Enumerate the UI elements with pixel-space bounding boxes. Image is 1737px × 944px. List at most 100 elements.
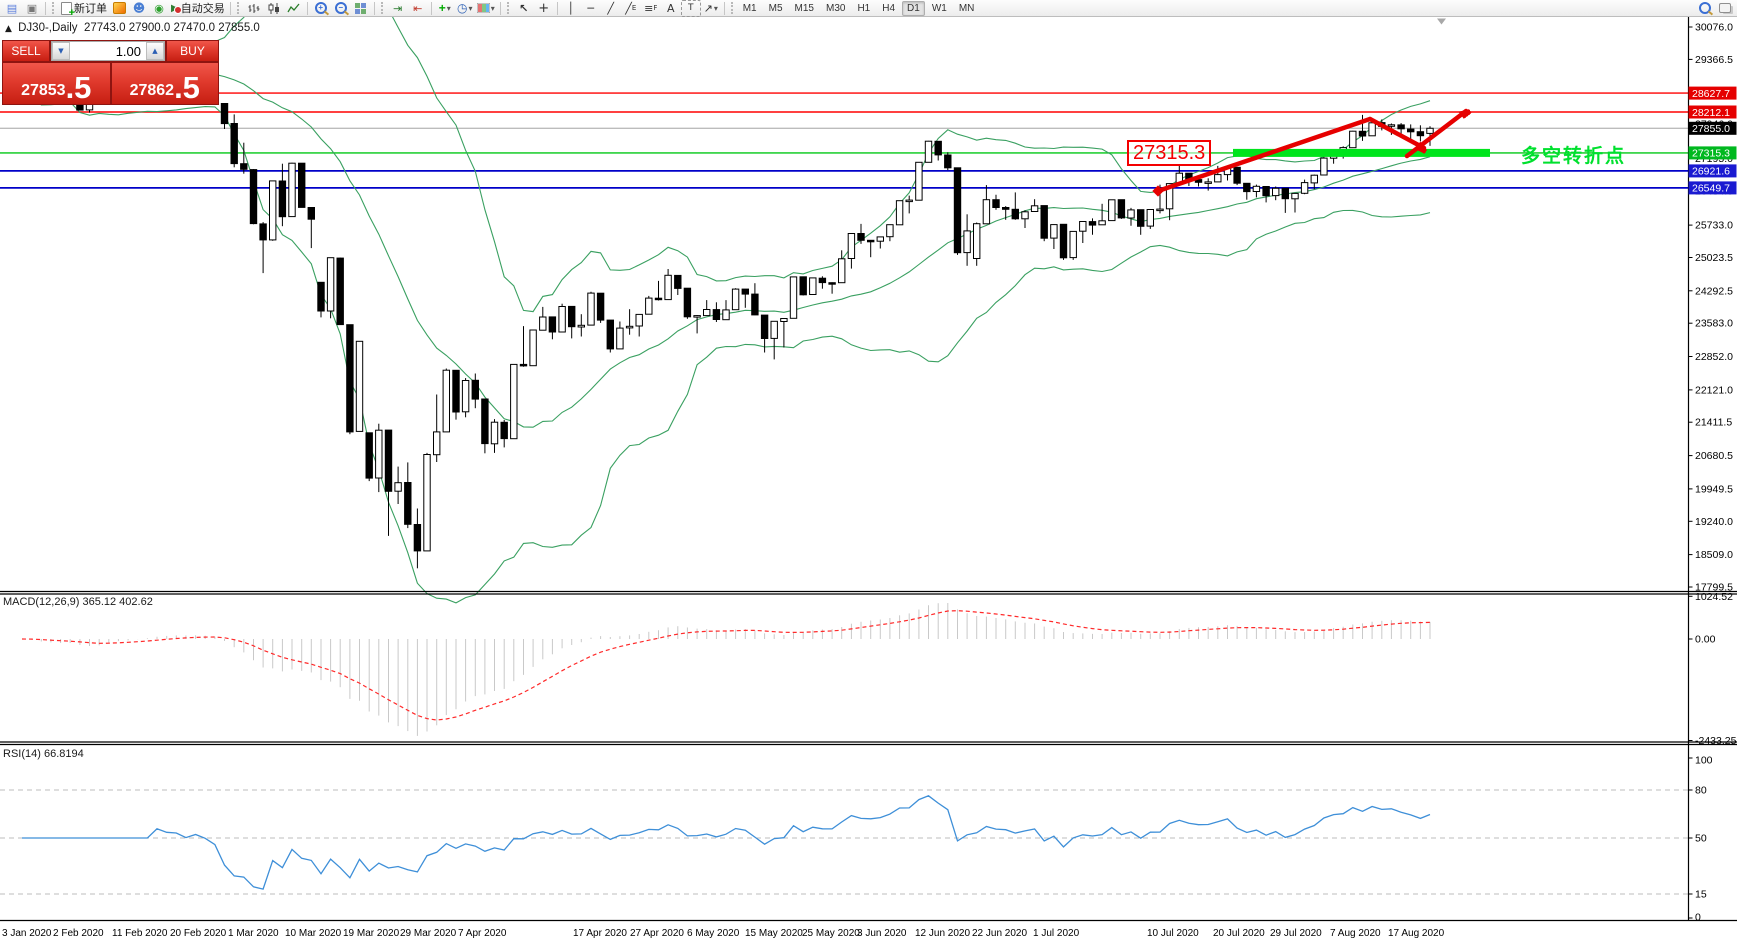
date-label: 15 May 2020	[745, 928, 803, 939]
svg-text:80: 80	[1695, 785, 1707, 797]
date-label: 1 Mar 2020	[228, 928, 279, 939]
price-badge-26921.6: 26921.6	[1689, 164, 1737, 177]
volume-spinner: ▼ ▲	[51, 41, 165, 61]
chart-shift-icon[interactable]: ⇤	[408, 1, 428, 16]
market-watch-icon[interactable]: ▤	[2, 1, 22, 16]
svg-text:23583.0: 23583.0	[1695, 318, 1733, 330]
chart-shift-marker	[1437, 19, 1446, 25]
price-flag-annotation[interactable]: 27315.3	[1127, 140, 1211, 166]
line-chart-icon[interactable]	[284, 1, 304, 16]
date-label: 17 Apr 2020	[573, 928, 627, 939]
date-label: 7 Apr 2020	[458, 928, 507, 939]
macd-label: MACD(12,26,9) 365.12 402.62	[3, 596, 153, 608]
turning-point-annotation[interactable]: 多空转折点	[1521, 141, 1626, 168]
timeframes-button[interactable]: ◷▾	[455, 1, 475, 16]
buy-price-display[interactable]: 27862.5	[112, 63, 219, 104]
equidistant-channel-icon[interactable]: ╱E	[621, 1, 641, 16]
rsi-line	[22, 796, 1430, 889]
svg-text:15: 15	[1695, 889, 1707, 901]
bollinger-middle	[22, 69, 1430, 427]
volume-input[interactable]	[70, 42, 146, 60]
text-label-icon[interactable]: T	[681, 0, 701, 17]
svg-text:30076.0: 30076.0	[1695, 22, 1733, 34]
arrows-tool-icon[interactable]: ↗▾	[701, 1, 721, 16]
timeframe-button-H4[interactable]: H4	[877, 1, 900, 16]
sell-button[interactable]: SELL	[3, 41, 49, 61]
trendline-icon[interactable]: ╱	[601, 1, 621, 16]
chart-canvas[interactable]: 30076.029366.528656.527946.027195.026484…	[0, 0, 1737, 944]
zoom-out-icon[interactable]: −	[331, 1, 351, 16]
timeframe-button-M1[interactable]: M1	[738, 1, 762, 16]
timeframe-button-D1[interactable]: D1	[902, 1, 925, 16]
timeframe-button-H1[interactable]: H1	[852, 1, 875, 16]
chat-icon[interactable]	[1715, 1, 1735, 16]
text-icon[interactable]: A	[661, 1, 681, 16]
date-label: 29 Mar 2020	[400, 928, 457, 939]
rsi-label: RSI(14) 66.8194	[3, 748, 84, 760]
date-label: 2 Feb 2020	[53, 928, 104, 939]
sell-price-main: 27853	[21, 81, 66, 101]
autotrading-icon: ▶	[171, 3, 179, 14]
timeframe-button-W1[interactable]: W1	[927, 1, 952, 16]
svg-text:26549.7: 26549.7	[1692, 183, 1730, 195]
date-label: 19 Mar 2020	[343, 928, 400, 939]
svg-text:0: 0	[1695, 912, 1701, 924]
date-label: 3 Jun 2020	[857, 928, 907, 939]
crosshair-icon[interactable]: +	[534, 1, 554, 16]
date-label: 20 Jul 2020	[1213, 928, 1265, 939]
price-badge-26549.7: 26549.7	[1689, 181, 1737, 194]
svg-text:50: 50	[1695, 833, 1707, 845]
price-badge-27855: 27855.0	[1689, 122, 1737, 135]
zoom-in-icon[interactable]: +	[311, 1, 331, 16]
data-window-icon[interactable]: ▣	[22, 1, 42, 16]
bar-chart-icon[interactable]	[244, 1, 264, 16]
svg-text:28212.1: 28212.1	[1692, 107, 1730, 119]
horizontal-line-icon[interactable]: ─	[581, 1, 601, 16]
buy-price-fraction: .5	[174, 75, 200, 101]
svg-text:24292.5: 24292.5	[1695, 285, 1733, 297]
buy-button[interactable]: BUY	[167, 41, 218, 61]
new-order-button[interactable]: 新订单	[59, 1, 109, 16]
svg-text:27855.0: 27855.0	[1692, 123, 1730, 135]
date-label: 11 Feb 2020	[112, 928, 168, 939]
metaeditor-icon[interactable]	[109, 1, 129, 16]
svg-text:19240.0: 19240.0	[1695, 516, 1733, 528]
svg-text:20680.5: 20680.5	[1695, 450, 1733, 462]
candlestick-chart-icon[interactable]	[264, 1, 284, 16]
search-icon[interactable]	[1695, 1, 1715, 16]
svg-text:22852.0: 22852.0	[1695, 351, 1733, 363]
timeframe-button-M15[interactable]: M15	[790, 1, 819, 16]
timeframe-button-M5[interactable]: M5	[764, 1, 788, 16]
svg-text:26921.6: 26921.6	[1692, 166, 1730, 178]
sell-price-display[interactable]: 27853.5	[3, 63, 110, 104]
template-button[interactable]: ▾	[475, 1, 497, 16]
svg-text:25023.5: 25023.5	[1695, 252, 1733, 264]
volume-decrease-button[interactable]: ▼	[52, 42, 70, 60]
tile-windows-icon[interactable]	[351, 1, 371, 16]
timeframe-button-MN[interactable]: MN	[954, 1, 980, 16]
toolbar: ▤ ▣ 新订单 ☻ ◉ ▶ 自动交易 + − ⇥ ⇤ +▾ ◷▾	[0, 0, 1737, 17]
svg-text:25733.0: 25733.0	[1695, 220, 1733, 232]
date-label: 6 May 2020	[687, 928, 740, 939]
date-label: 3 Jan 2020	[2, 928, 52, 939]
volume-increase-button[interactable]: ▲	[146, 42, 164, 60]
vertical-line-icon[interactable]: │	[561, 1, 581, 16]
timeframe-button-M30[interactable]: M30	[821, 1, 850, 16]
new-order-label: 新订单	[74, 0, 107, 16]
autotrading-button[interactable]: ▶ 自动交易	[169, 1, 227, 16]
community-icon[interactable]: ☻	[129, 1, 149, 16]
svg-text:18509.0: 18509.0	[1695, 549, 1733, 561]
timeframe-group: M1M5M15M30H1H4D1W1MN	[738, 1, 980, 16]
fibonacci-icon[interactable]: ≡F	[641, 1, 661, 16]
date-label: 29 Jul 2020	[1270, 928, 1322, 939]
autotrading-label: 自动交易	[181, 0, 225, 16]
auto-scroll-icon[interactable]: ⇥	[388, 1, 408, 16]
collapse-arrow-icon[interactable]: ▲	[5, 24, 12, 34]
indicators-button[interactable]: +▾	[435, 1, 455, 16]
signals-icon[interactable]: ◉	[149, 1, 169, 16]
cursor-icon[interactable]: ↖	[514, 1, 534, 16]
svg-text:29366.5: 29366.5	[1695, 54, 1733, 66]
date-label: 25 May 2020	[802, 928, 860, 939]
macd-signal-line	[22, 611, 1430, 720]
svg-text:1024.52: 1024.52	[1695, 591, 1733, 603]
